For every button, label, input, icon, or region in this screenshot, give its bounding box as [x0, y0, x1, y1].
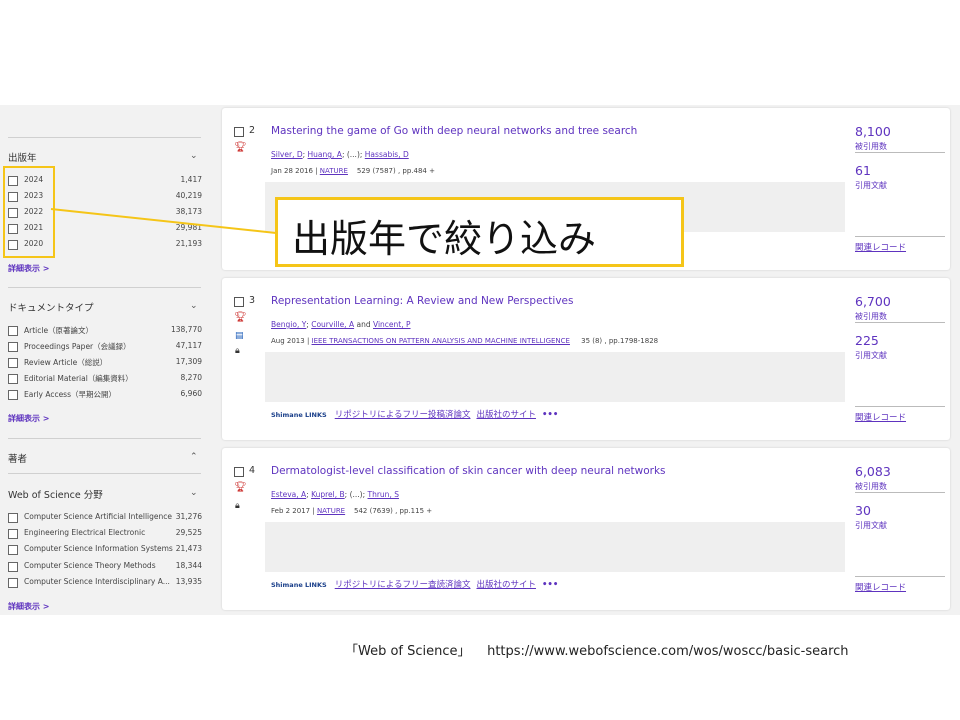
callout-text: 出版年で絞り込み: [292, 217, 597, 261]
callout-box: 出版年で絞り込み: [275, 197, 684, 267]
connector-line: [50, 208, 277, 234]
source-url: https://www.webofscience.com/wos/woscc/b…: [487, 644, 849, 659]
source-citation: 「Web of Science」 https://www.webofscienc…: [345, 640, 849, 659]
callout-connector: [50, 208, 277, 234]
source-name: 「Web of Science」: [345, 644, 471, 659]
